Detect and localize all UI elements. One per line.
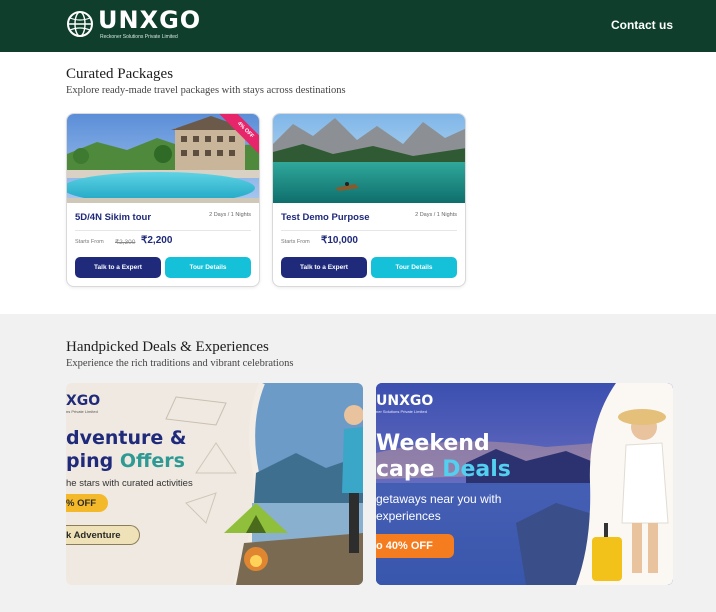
banner-logo-subtitle: ner Solutions Private Limited — [376, 409, 427, 414]
contact-us-link[interactable]: Contact us — [611, 18, 673, 32]
package-image-resort — [67, 114, 259, 203]
tour-details-button[interactable]: Tour Details — [371, 257, 457, 278]
curated-section-subtitle: Explore ready-made travel packages with … — [66, 85, 346, 96]
top-header: UNXGO Reckoner Solutions Private Limited… — [0, 0, 716, 52]
book-adventure-button[interactable]: k Adventure — [66, 525, 140, 545]
banner-tagline: he stars with curated activities — [66, 478, 193, 489]
banner-headline-line2: cape Deals — [376, 457, 511, 482]
banner-headline-line1: dventure & — [66, 427, 187, 449]
talk-to-expert-button[interactable]: Talk to a Expert — [75, 257, 161, 278]
deals-section-subtitle: Experience the rich traditions and vibra… — [66, 358, 294, 369]
banner-headline-part: cape — [376, 457, 443, 482]
deals-section-title: Handpicked Deals & Experiences — [66, 339, 269, 355]
package-image-lake — [273, 114, 465, 203]
banner-logo: UNXGO — [376, 393, 434, 409]
banner-headline-part: ping — [66, 450, 120, 472]
package-price: ₹10,000 — [321, 235, 358, 246]
tour-details-button[interactable]: Tour Details — [165, 257, 251, 278]
package-card[interactable]: Test Demo Purpose 2 Days / 1 Nights Star… — [272, 113, 466, 287]
banner-headline-line2: ping Offers — [66, 450, 185, 472]
banner-discount-pill: % OFF — [66, 494, 108, 512]
banner-tagline: getaways near you with — [376, 492, 502, 506]
card-divider — [75, 230, 251, 231]
banner-headline-line1: Weekend — [376, 431, 490, 456]
starts-from-label: Starts From — [281, 239, 310, 245]
banner-discount-button[interactable]: o 40% OFF — [376, 534, 454, 558]
package-duration: 2 Days / 1 Nights — [209, 212, 251, 218]
logo-subtitle: Reckoner Solutions Private Limited — [100, 34, 178, 40]
banner-logo-subtitle: ns Private Limited — [66, 409, 98, 414]
banner-logo: XGO — [66, 393, 101, 409]
weekend-escape-banner[interactable]: UNXGO ner Solutions Private Limited Week… — [376, 383, 673, 585]
package-card[interactable]: 4% OFF 5D/4N Sikim tour 2 Days / 1 Night… — [66, 113, 260, 287]
card-divider — [281, 230, 457, 231]
curated-section-title: Curated Packages — [66, 66, 174, 82]
package-price: ₹2,200 — [141, 235, 173, 246]
original-price: ₹2,300 — [115, 239, 136, 246]
banner-tagline-2: experiences — [376, 509, 441, 523]
package-duration: 2 Days / 1 Nights — [415, 212, 457, 218]
starts-from-label: Starts From — [75, 239, 104, 245]
banner-headline-accent: Deals — [442, 457, 511, 482]
globe-icon — [67, 10, 93, 37]
logo-wordmark: UNXGO — [98, 6, 202, 34]
banner-headline-accent: Offers — [119, 450, 185, 472]
brand-logo[interactable]: UNXGO Reckoner Solutions Private Limited — [66, 7, 201, 40]
package-title[interactable]: Test Demo Purpose — [281, 212, 370, 223]
talk-to-expert-button[interactable]: Talk to a Expert — [281, 257, 367, 278]
adventure-offer-banner[interactable]: XGO ns Private Limited dventure & ping O… — [66, 383, 363, 585]
package-title[interactable]: 5D/4N Sikim tour — [75, 212, 151, 223]
